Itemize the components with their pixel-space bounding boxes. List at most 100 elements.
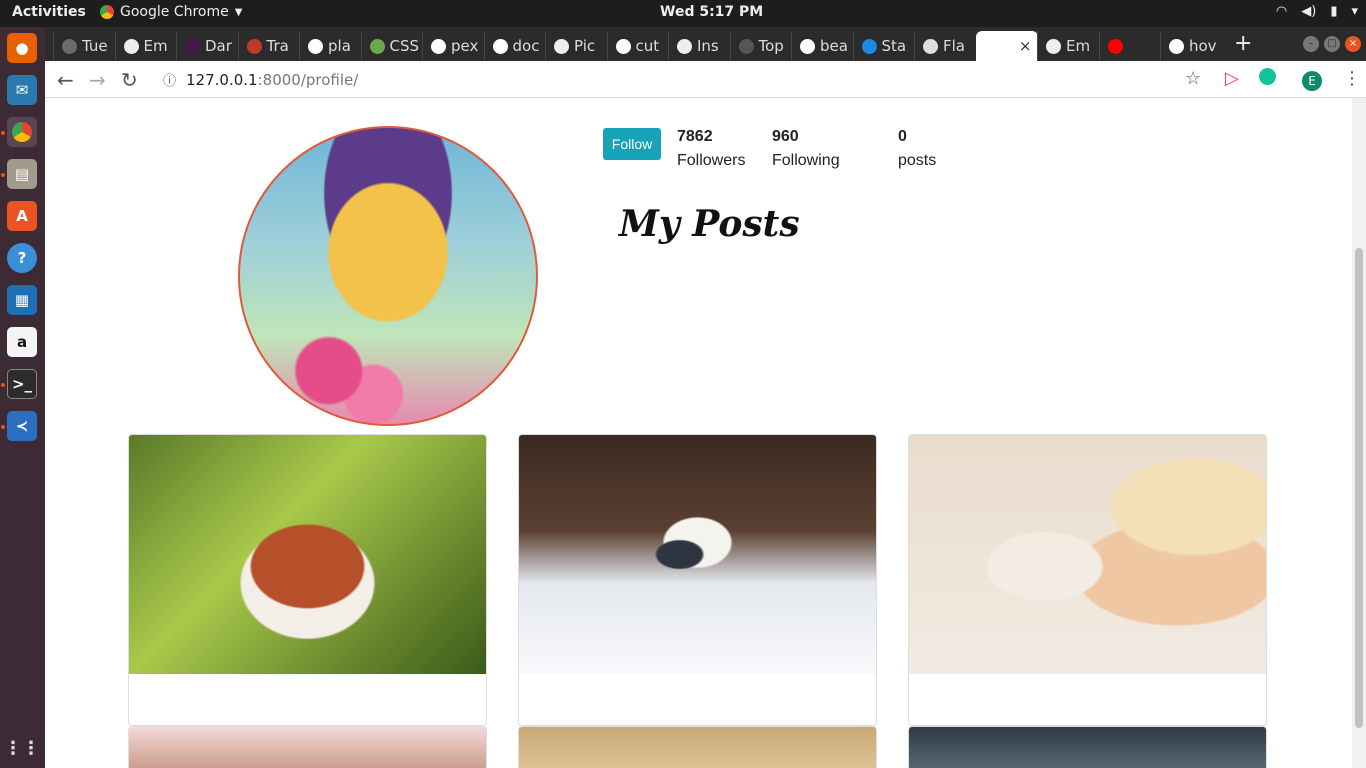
followers-stat[interactable]: 7862 Followers [677, 128, 745, 170]
system-tray[interactable]: ◠ ◀) ▮ ▾ [1276, 4, 1358, 19]
tab-favicon-icon [615, 38, 631, 54]
post-card[interactable] [908, 434, 1267, 726]
vscode-icon[interactable]: ≺ [7, 411, 37, 441]
scrollbar-thumb[interactable] [1355, 248, 1363, 728]
battery-icon: ▮ [1330, 4, 1338, 19]
tab-favicon-icon [431, 38, 446, 54]
browser-tab[interactable]: Ins [668, 31, 730, 61]
followers-label: Followers [677, 152, 746, 169]
tab-label: Em [143, 37, 168, 55]
browser-tab[interactable]: Tra [237, 31, 300, 61]
url-path: :8000/profile/ [257, 70, 359, 89]
profile-page: Follow 7862 Followers 960 Following 0 po… [45, 98, 1352, 768]
browser-tab[interactable]: doc [483, 31, 546, 61]
firefox-icon[interactable]: ● [7, 33, 37, 63]
post-image[interactable] [909, 435, 1266, 674]
writer-icon[interactable]: ▦ [7, 285, 37, 315]
browser-tab[interactable]: Top [729, 31, 792, 61]
following-count: 960 [772, 128, 799, 145]
browser-tab[interactable]: pla [299, 31, 361, 61]
tab-favicon-icon [492, 38, 508, 54]
tab-favicon-icon [677, 38, 692, 54]
tab-favicon-icon [554, 38, 569, 54]
tab-label: doc [512, 37, 540, 55]
files-icon[interactable]: ▤ [7, 159, 37, 189]
section-title: My Posts [619, 203, 800, 245]
tab-label: pla [328, 37, 351, 55]
post-image[interactable] [129, 727, 486, 768]
tab-favicon-icon [1169, 38, 1184, 54]
thunderbird-icon[interactable]: ✉ [7, 75, 37, 105]
profile-avatar[interactable]: E [1302, 69, 1322, 91]
browser-tab[interactable]: Tue [53, 31, 115, 61]
amazon-icon[interactable]: a [7, 327, 37, 357]
post-image[interactable] [519, 727, 876, 768]
browser-tab[interactable] [1098, 31, 1161, 61]
tab-label: Em [1066, 37, 1091, 55]
close-window-button[interactable]: × [1345, 36, 1361, 52]
tab-close-icon[interactable]: × [1019, 37, 1032, 55]
browser-tab[interactable]: pex [422, 31, 484, 61]
browser-tab[interactable]: hov [1160, 31, 1222, 61]
extension-icon[interactable]: ▷ [1225, 68, 1239, 89]
terminal-icon[interactable]: >_ [7, 369, 37, 399]
browser-tab[interactable]: × [975, 31, 1038, 61]
tab-favicon-icon [983, 38, 999, 54]
new-tab-button[interactable]: + [1234, 31, 1252, 56]
browser-tab[interactable]: CSS [360, 31, 423, 61]
software-center-icon[interactable]: A [7, 201, 37, 231]
maximize-button[interactable]: □ [1324, 36, 1340, 52]
power-menu-icon: ▾ [1351, 4, 1358, 19]
follow-button[interactable]: Follow [603, 128, 661, 160]
clock[interactable]: Wed 5:17 PM [660, 4, 763, 20]
post-card[interactable] [518, 434, 877, 726]
reload-icon[interactable]: ↻ [121, 68, 138, 92]
post-card[interactable] [128, 726, 487, 768]
browser-tab[interactable]: Em [114, 31, 177, 61]
post-image[interactable] [909, 727, 1266, 768]
tab-favicon-icon [1046, 38, 1061, 54]
tab-favicon-icon [123, 38, 139, 54]
activities-button[interactable]: Activities [12, 4, 86, 20]
tab-label: Fla [943, 37, 965, 55]
tab-favicon-icon [369, 38, 385, 54]
tab-label: Tra [266, 37, 289, 55]
post-card[interactable] [518, 726, 877, 768]
profile-avatar-letter: E [1302, 71, 1322, 91]
following-stat[interactable]: 960 Following [772, 128, 840, 170]
app-menu[interactable]: Google Chrome ▼ [100, 4, 242, 20]
tab-label: Top [758, 37, 784, 55]
tab-label: pex [451, 37, 479, 55]
posts-count: 0 [898, 128, 907, 145]
tab-label: Dar [205, 37, 232, 55]
browser-tab[interactable]: Em [1037, 31, 1099, 61]
browser-tab[interactable]: cut [606, 31, 669, 61]
show-apps-icon[interactable]: ⋮⋮ [4, 733, 40, 763]
caret-down-icon: ▼ [234, 6, 243, 18]
browser-tab[interactable]: Pic [545, 31, 607, 61]
address-bar[interactable]: ⓘ 127.0.0.1:8000/profile/ [163, 70, 359, 90]
post-card[interactable] [128, 434, 487, 726]
post-image[interactable] [519, 435, 876, 674]
tab-favicon-icon [246, 38, 262, 54]
tab-label: Ins [697, 37, 719, 55]
minimize-button[interactable]: – [1303, 36, 1319, 52]
tab-favicon-icon [185, 38, 200, 54]
chrome-menu-icon[interactable]: ⋮ [1343, 68, 1361, 89]
back-icon[interactable]: ← [57, 68, 74, 92]
grammarly-icon[interactable] [1259, 68, 1276, 90]
page-scrollbar[interactable] [1352, 98, 1366, 768]
post-image[interactable] [129, 435, 486, 674]
tab-favicon-icon [738, 38, 754, 54]
tab-favicon-icon [1107, 38, 1123, 54]
browser-tab[interactable]: Sta [852, 31, 915, 61]
system-top-bar: Activities Google Chrome ▼ Wed 5:17 PM ◠… [0, 0, 1366, 27]
help-icon[interactable]: ? [7, 243, 37, 273]
post-card[interactable] [908, 726, 1267, 768]
chrome-launcher-icon[interactable] [7, 117, 37, 147]
browser-tab[interactable]: Dar [176, 31, 238, 61]
browser-tab[interactable]: bea [791, 31, 853, 61]
forward-icon[interactable]: → [89, 68, 106, 92]
bookmark-star-icon[interactable]: ☆ [1185, 68, 1201, 89]
browser-tab[interactable]: Fla [914, 31, 976, 61]
